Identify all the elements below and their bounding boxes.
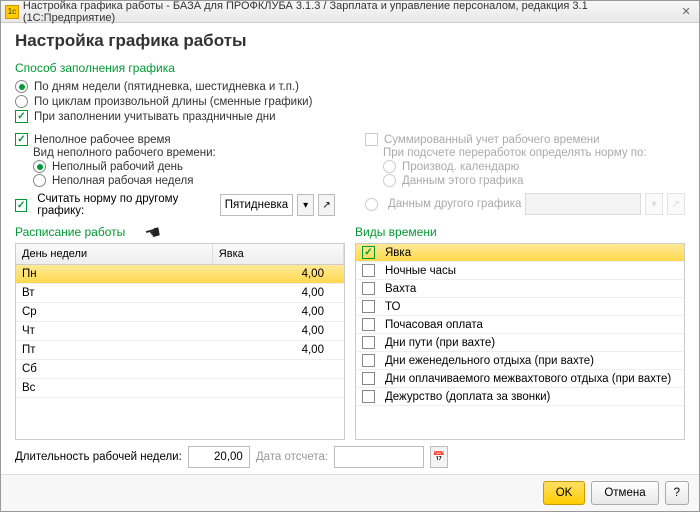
list-item[interactable]: Ночные часы (356, 262, 684, 280)
footer: OK Отмена ? (1, 474, 699, 511)
table-row[interactable]: Вс (16, 379, 344, 398)
week-length-input[interactable] (188, 446, 250, 468)
part-time-check[interactable]: Неполное рабочее время (15, 133, 335, 146)
checkbox[interactable] (362, 264, 375, 277)
checkbox[interactable] (362, 318, 375, 331)
list-item[interactable]: Дежурство (доплата за звонки) (356, 388, 684, 406)
summary-accounting-check[interactable]: Суммированный учет рабочего времени (365, 133, 685, 146)
list-item-label: Явка (385, 247, 411, 259)
table-row[interactable]: Пн4,00 (16, 265, 344, 284)
norm-other-label: Считать норму по другому графику: (37, 193, 215, 217)
part-time-opt-day[interactable]: Неполный рабочий день (33, 160, 335, 173)
calendar-icon[interactable]: 📅 (430, 446, 448, 468)
norm-opt-this: Данным этого графика (383, 174, 685, 187)
time-types-list: Явка Ночные часы Вахта ТО Почасовая оплата Дн… (355, 243, 685, 440)
list-item-label: Вахта (385, 283, 416, 295)
app-icon: 1c (5, 5, 19, 19)
norm-opt-other-radio (365, 198, 378, 211)
checkbox[interactable] (362, 336, 375, 349)
checkbox[interactable] (362, 390, 375, 403)
help-button[interactable]: ? (665, 481, 689, 505)
list-item-label: Дни еженедельного отдыха (при вахте) (385, 355, 594, 367)
checkbox[interactable] (362, 246, 375, 259)
norm-calc-label: При подсчете переработок определять норм… (383, 147, 685, 159)
col-day[interactable]: День недели (16, 244, 213, 264)
list-item-label: Дежурство (доплата за звонки) (385, 391, 550, 403)
checkbox[interactable] (362, 282, 375, 295)
table-row[interactable]: Вт4,00 (16, 284, 344, 303)
combo-open-icon: ↗ (667, 193, 685, 215)
norm-other-check[interactable] (15, 199, 27, 212)
table-row[interactable]: Пт4,00 (16, 341, 344, 360)
list-item-label: Дни пути (при вахте) (385, 337, 495, 349)
fill-option-cycles[interactable]: По циклам произвольной длины (сменные гр… (15, 95, 685, 108)
list-item-label: ТО (385, 301, 400, 313)
table-row[interactable]: Сб (16, 360, 344, 379)
titlebar: 1c Настройка графика работы - БАЗА для П… (1, 1, 699, 23)
titlebar-text: Настройка графика работы - БАЗА для ПРОФ… (23, 0, 677, 24)
norm-opt-other-combo (525, 193, 641, 215)
norm-opt-other-label: Данным другого графика (388, 198, 521, 210)
checkbox[interactable] (362, 300, 375, 313)
window-close-icon[interactable]: ✕ (677, 5, 695, 18)
schedule-table: День недели Явка Пн4,00Вт4,00Ср4,00Чт4,0… (15, 243, 345, 440)
list-item[interactable]: Дни еженедельного отдыха (при вахте) (356, 352, 684, 370)
week-length-label: Длительность рабочей недели: (15, 451, 182, 463)
checkbox[interactable] (362, 372, 375, 385)
combo-dropdown-icon: ▾ (645, 193, 663, 215)
schedule-title: Расписание работы ☚ (15, 225, 345, 239)
date-input[interactable] (334, 446, 424, 468)
table-row[interactable]: Ср4,00 (16, 303, 344, 322)
list-item[interactable]: Дни оплачиваемого межвахтового отдыха (п… (356, 370, 684, 388)
fill-method-title: Способ заполнения графика (15, 61, 685, 75)
col-appearance[interactable]: Явка (213, 244, 344, 264)
list-item[interactable]: Явка (356, 244, 684, 262)
table-row[interactable]: Чт4,00 (16, 322, 344, 341)
norm-other-combo[interactable]: Пятидневка (220, 194, 293, 216)
date-label: Дата отсчета: (256, 451, 328, 463)
combo-dropdown-icon[interactable]: ▾ (297, 194, 314, 216)
list-item[interactable]: Вахта (356, 280, 684, 298)
list-item[interactable]: Дни пути (при вахте) (356, 334, 684, 352)
fill-option-weekdays[interactable]: По дням недели (пятидневка, шестидневка … (15, 80, 685, 93)
part-time-kind-label: Вид неполного рабочего времени: (33, 147, 335, 159)
list-item-label: Дни оплачиваемого межвахтового отдыха (п… (385, 373, 671, 385)
dialog-window: 1c Настройка графика работы - БАЗА для П… (0, 0, 700, 512)
norm-opt-calendar: Производ. календарю (383, 160, 685, 173)
time-types-title: Виды времени (355, 225, 685, 239)
part-time-opt-week[interactable]: Неполная рабочая неделя (33, 174, 335, 187)
list-item[interactable]: Почасовая оплата (356, 316, 684, 334)
checkbox[interactable] (362, 354, 375, 367)
list-item-label: Почасовая оплата (385, 319, 483, 331)
cancel-button[interactable]: Отмена (591, 481, 658, 505)
consider-holidays-check[interactable]: При заполнении учитывать праздничные дни (15, 110, 685, 123)
list-item[interactable]: ТО (356, 298, 684, 316)
page-title: Настройка графика работы (15, 31, 685, 51)
combo-open-icon[interactable]: ↗ (318, 194, 335, 216)
list-item-label: Ночные часы (385, 265, 456, 277)
ok-button[interactable]: OK (543, 481, 586, 505)
